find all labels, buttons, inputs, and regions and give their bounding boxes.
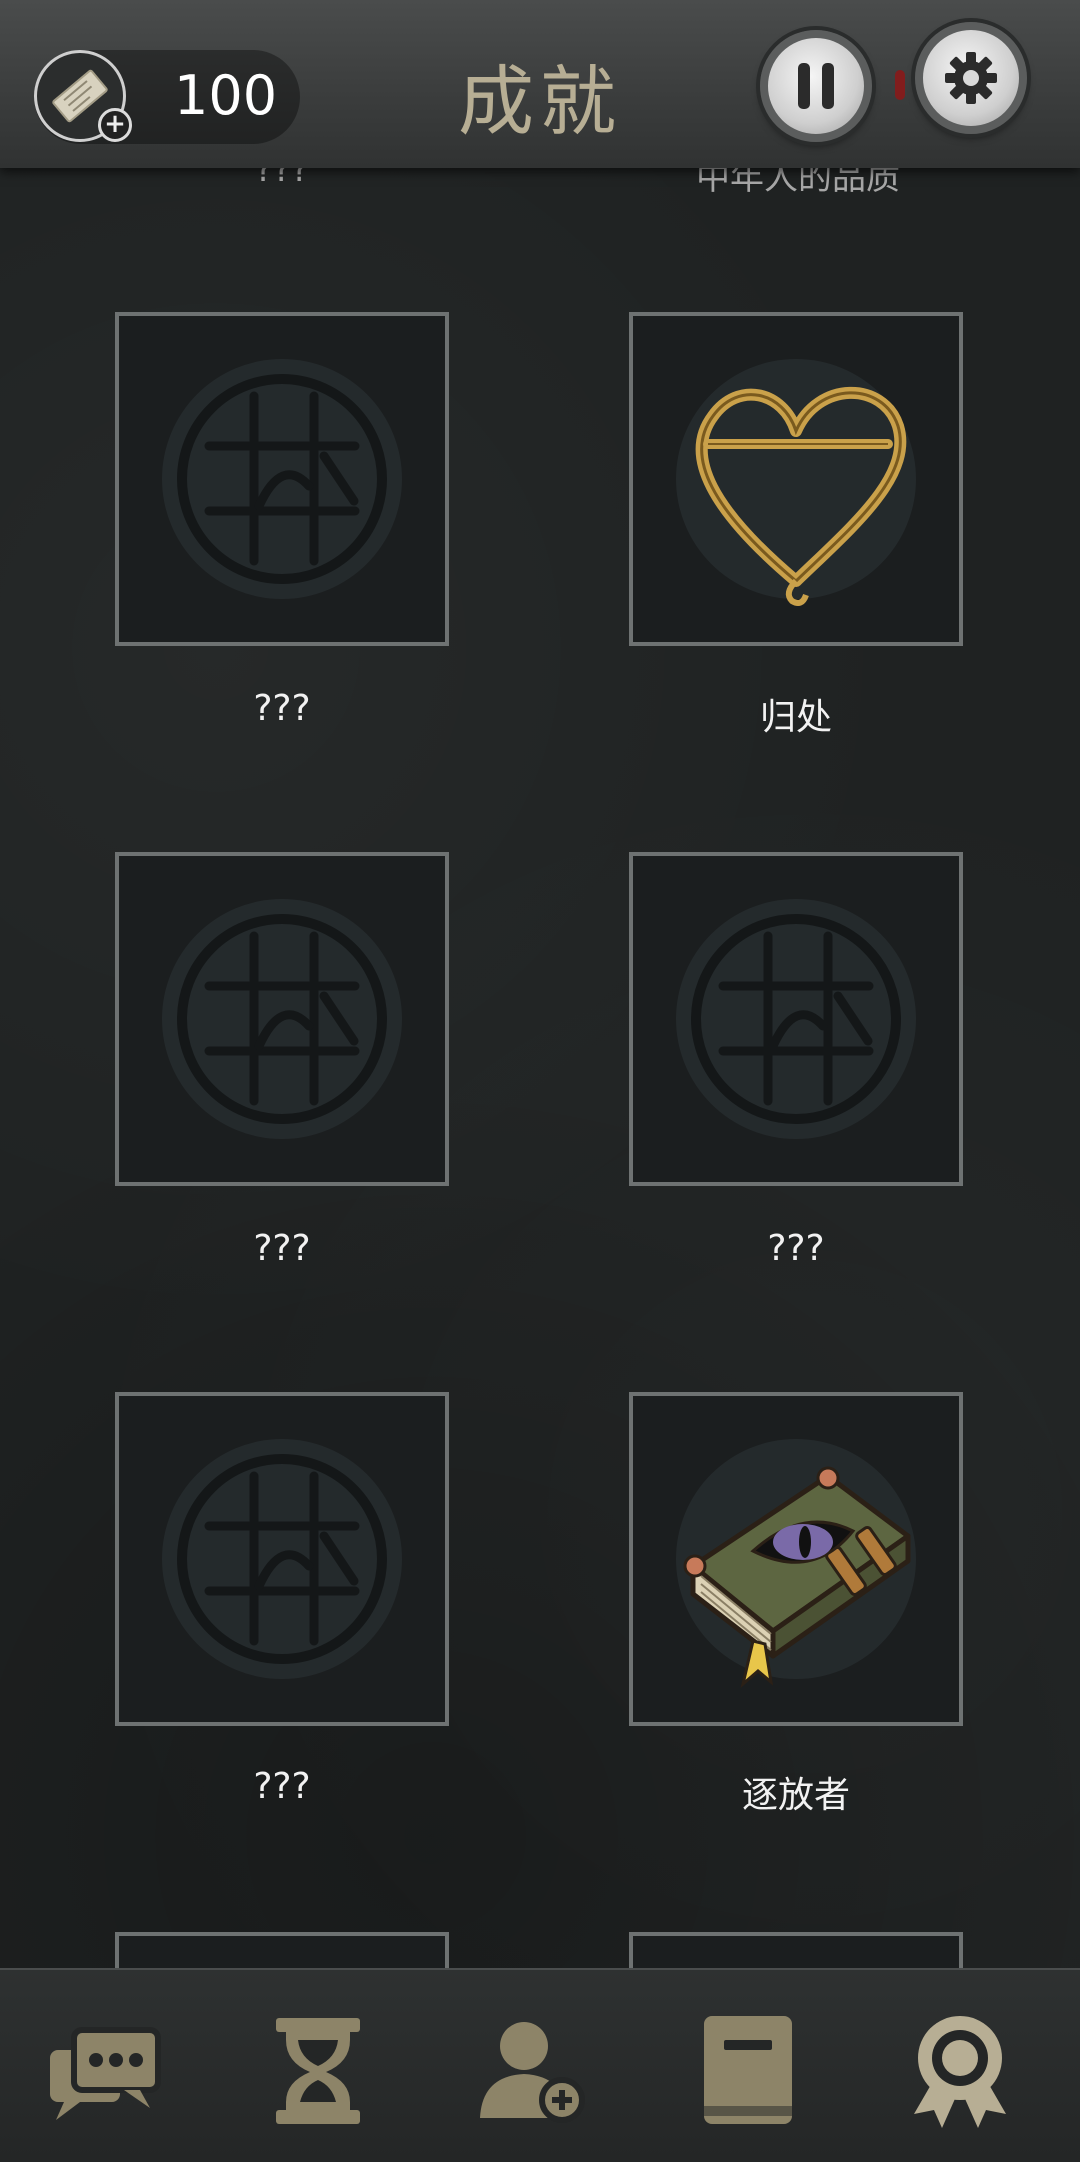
pause-icon bbox=[798, 63, 834, 109]
nav-hourglass[interactable] bbox=[258, 2010, 378, 2130]
achievement-card-3[interactable] bbox=[115, 852, 449, 1186]
achievement-label-3: ??? bbox=[253, 1228, 311, 1269]
decorative-speck bbox=[895, 70, 905, 100]
achievement-card-8[interactable] bbox=[629, 1932, 963, 1968]
top-bar: + 100 成就 bbox=[0, 0, 1080, 168]
chat-icon bbox=[50, 2027, 161, 2120]
achievement-card-1[interactable] bbox=[115, 312, 449, 646]
bottom-nav bbox=[0, 1968, 1080, 2162]
achievement-medal-icon bbox=[914, 2016, 1006, 2128]
book-icon bbox=[704, 2016, 792, 2124]
achievement-label-6: 逐放者 bbox=[741, 1775, 850, 1816]
locked-seal-icon bbox=[162, 1439, 402, 1679]
locked-seal-icon bbox=[676, 899, 916, 1139]
achievement-label-2: 归处 bbox=[759, 697, 832, 738]
settings-button[interactable] bbox=[915, 22, 1027, 134]
nav-chat[interactable] bbox=[44, 2010, 164, 2130]
golden-heart-icon bbox=[676, 359, 916, 606]
nav-achievements[interactable] bbox=[900, 2010, 1020, 2130]
achievement-card-6[interactable] bbox=[629, 1392, 963, 1726]
achievement-label-4: ??? bbox=[767, 1228, 825, 1269]
achievement-list[interactable]: ??? 中年人的品质 ??? 归处 ??? ??? ??? 逐放者 bbox=[0, 168, 1080, 1968]
locked-seal-icon bbox=[162, 899, 402, 1139]
peek-label-left: ??? bbox=[254, 168, 310, 190]
eye-book-icon bbox=[676, 1439, 916, 1689]
add-contact-icon bbox=[480, 2022, 585, 2123]
locked-seal-icon bbox=[162, 359, 402, 599]
gear-icon bbox=[945, 52, 997, 104]
achievement-label-5: ??? bbox=[253, 1766, 311, 1807]
achievement-card-5[interactable] bbox=[115, 1392, 449, 1726]
peek-label-right: 中年人的品质 bbox=[696, 168, 900, 198]
achievement-card-7[interactable] bbox=[115, 1932, 449, 1968]
pause-button[interactable] bbox=[760, 30, 872, 142]
achievement-card-2[interactable] bbox=[629, 312, 963, 646]
achievement-card-4[interactable] bbox=[629, 852, 963, 1186]
nav-add-contact[interactable] bbox=[472, 2010, 592, 2130]
nav-book[interactable] bbox=[686, 2010, 806, 2130]
achievement-label-1: ??? bbox=[253, 688, 311, 729]
hourglass-icon bbox=[276, 2018, 360, 2124]
